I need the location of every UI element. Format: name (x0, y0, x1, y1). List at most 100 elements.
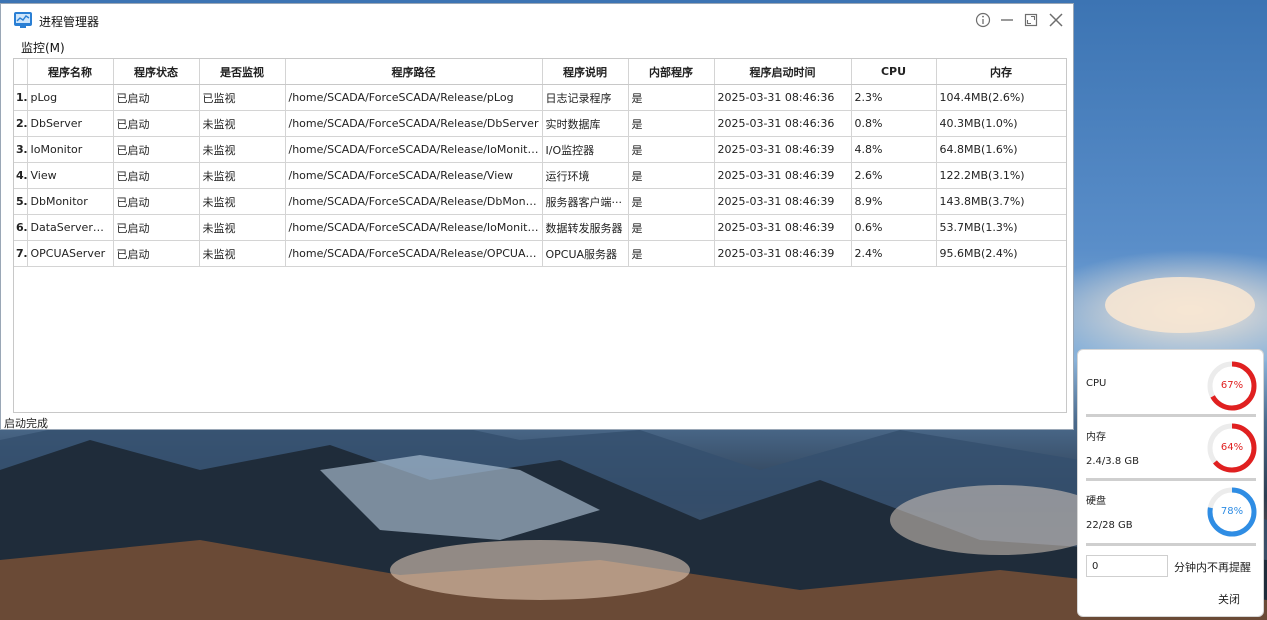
minimize-icon[interactable] (998, 11, 1016, 29)
cell-monitored: 未监视 (199, 188, 286, 215)
column-header-memory[interactable]: 内存 (936, 59, 1066, 85)
status-text: 启动完成 (4, 417, 48, 430)
cell-internal: 是 (628, 110, 715, 137)
row-index: 7 (14, 240, 28, 267)
cell-start-time: 2025-03-31 08:46:39 (714, 162, 852, 189)
cell-memory: 40.3MB(1.0%) (936, 110, 1066, 137)
cell-name: DbServer (27, 110, 114, 137)
menu-bar: 监控(M) (1, 37, 1073, 57)
close-icon[interactable] (1047, 11, 1065, 29)
cell-memory: 64.8MB(1.6%) (936, 136, 1066, 163)
cell-cpu: 0.6% (851, 214, 937, 241)
cell-description: 实时数据库 (542, 110, 629, 137)
cell-memory: 95.6MB(2.4%) (936, 240, 1066, 267)
row-index: 6 (14, 214, 28, 241)
row-index: 2 (14, 110, 28, 137)
cell-path: /home/SCADA/ForceSCADA/Release/DbServer (285, 110, 543, 137)
cell-description: OPCUA服务器 (542, 240, 629, 267)
title-bar: 进程管理器 (1, 4, 1073, 36)
resource-monitor-panel: CPU 67% 内存 2.4/3.8 GB 64% 硬盘 22/28 GB 78… (1077, 349, 1264, 617)
column-header-index (14, 59, 28, 85)
cpu-metric: CPU 67% (1086, 360, 1258, 416)
window-title: 进程管理器 (39, 15, 100, 29)
snooze-minutes-label: 分钟内不再提醒 (1174, 561, 1251, 574)
row-index: 1 (14, 84, 28, 111)
cell-status: 已启动 (113, 136, 200, 163)
cell-memory: 104.4MB(2.6%) (936, 84, 1066, 111)
memory-percent: 64% (1220, 442, 1244, 453)
divider (1086, 543, 1256, 546)
cell-path: /home/SCADA/ForceSCADA/Release/OPCUAServ… (285, 240, 543, 267)
column-header-monitored[interactable]: 是否监视 (199, 59, 286, 85)
cell-start-time: 2025-03-31 08:46:39 (714, 214, 852, 241)
table-header-row: 程序名称 程序状态 是否监视 程序路径 程序说明 内部程序 程序启动时间 CPU… (14, 59, 1066, 85)
memory-gauge: 64% (1206, 422, 1258, 474)
cell-memory: 122.2MB(3.1%) (936, 162, 1066, 189)
column-header-internal[interactable]: 内部程序 (628, 59, 715, 85)
table-row[interactable]: 6 DataServerMa··· 已启动 未监视 /home/SCADA/Fo… (14, 214, 1066, 241)
disk-label: 硬盘 (1086, 496, 1106, 507)
cell-cpu: 2.3% (851, 84, 937, 111)
cell-name: OPCUAServer (27, 240, 114, 267)
disk-usage: 22/28 GB (1086, 520, 1133, 531)
cell-monitored: 未监视 (199, 214, 286, 241)
maximize-icon[interactable] (1022, 11, 1040, 29)
cell-monitored: 已监视 (199, 84, 286, 111)
column-header-start-time[interactable]: 程序启动时间 (714, 59, 852, 85)
cell-start-time: 2025-03-31 08:46:36 (714, 110, 852, 137)
snooze-minutes-input[interactable] (1086, 555, 1168, 577)
cell-internal: 是 (628, 188, 715, 215)
cell-name: DbMonitor (27, 188, 114, 215)
table-row[interactable]: 1 pLog 已启动 已监视 /home/SCADA/ForceSCADA/Re… (14, 84, 1066, 111)
column-header-path[interactable]: 程序路径 (285, 59, 543, 85)
cell-path: /home/SCADA/ForceSCADA/Release/View (285, 162, 543, 189)
cpu-label: CPU (1086, 378, 1107, 389)
cell-status: 已启动 (113, 214, 200, 241)
divider (1086, 478, 1256, 481)
table-row[interactable]: 2 DbServer 已启动 未监视 /home/SCADA/ForceSCAD… (14, 110, 1066, 137)
cell-cpu: 2.6% (851, 162, 937, 189)
cell-path: /home/SCADA/ForceSCADA/Release/pLog (285, 84, 543, 111)
cell-internal: 是 (628, 214, 715, 241)
disk-gauge: 78% (1206, 486, 1258, 538)
cell-description: I/O监控器 (542, 136, 629, 163)
close-panel-button[interactable]: 关闭 (1218, 591, 1240, 607)
column-header-name[interactable]: 程序名称 (27, 59, 114, 85)
cell-description: 数据转发服务器 (542, 214, 629, 241)
cell-status: 已启动 (113, 240, 200, 267)
cell-start-time: 2025-03-31 08:46:39 (714, 240, 852, 267)
process-manager-window: 进程管理器 监控(M) 程序名称 程序状态 是否监视 程序路径 程序说明 内部程… (0, 3, 1074, 430)
row-index: 3 (14, 136, 28, 163)
column-header-cpu[interactable]: CPU (851, 59, 937, 85)
column-header-description[interactable]: 程序说明 (542, 59, 629, 85)
divider (1086, 414, 1256, 417)
cell-internal: 是 (628, 240, 715, 267)
cell-status: 已启动 (113, 110, 200, 137)
menu-monitor[interactable]: 监控(M) (21, 39, 65, 56)
cell-status: 已启动 (113, 162, 200, 189)
cell-path: /home/SCADA/ForceSCADA/Release/IoMonitor… (285, 136, 543, 163)
table-row[interactable]: 7 OPCUAServer 已启动 未监视 /home/SCADA/ForceS… (14, 240, 1066, 267)
row-index: 4 (14, 162, 28, 189)
cell-memory: 53.7MB(1.3%) (936, 214, 1066, 241)
monitor-app-icon (14, 12, 32, 28)
cell-cpu: 4.8% (851, 136, 937, 163)
table-row[interactable]: 4 View 已启动 未监视 /home/SCADA/ForceSCADA/Re… (14, 162, 1066, 189)
cell-status: 已启动 (113, 188, 200, 215)
cell-cpu: 2.4% (851, 240, 937, 267)
cell-cpu: 0.8% (851, 110, 937, 137)
cell-monitored: 未监视 (199, 240, 286, 267)
cell-memory: 143.8MB(3.7%) (936, 188, 1066, 215)
table-row[interactable]: 3 IoMonitor 已启动 未监视 /home/SCADA/ForceSCA… (14, 136, 1066, 163)
column-header-status[interactable]: 程序状态 (113, 59, 200, 85)
cell-path: /home/SCADA/ForceSCADA/Release/IoMonitor… (285, 214, 543, 241)
table-row[interactable]: 5 DbMonitor 已启动 未监视 /home/SCADA/ForceSCA… (14, 188, 1066, 215)
row-index: 5 (14, 188, 28, 215)
memory-metric: 内存 2.4/3.8 GB 64% (1086, 422, 1258, 478)
info-icon[interactable] (974, 11, 992, 29)
cell-description: 服务器客户端··· (542, 188, 629, 215)
cell-cpu: 8.9% (851, 188, 937, 215)
cpu-gauge: 67% (1206, 360, 1258, 412)
cell-monitored: 未监视 (199, 110, 286, 137)
memory-label: 内存 (1086, 432, 1106, 443)
